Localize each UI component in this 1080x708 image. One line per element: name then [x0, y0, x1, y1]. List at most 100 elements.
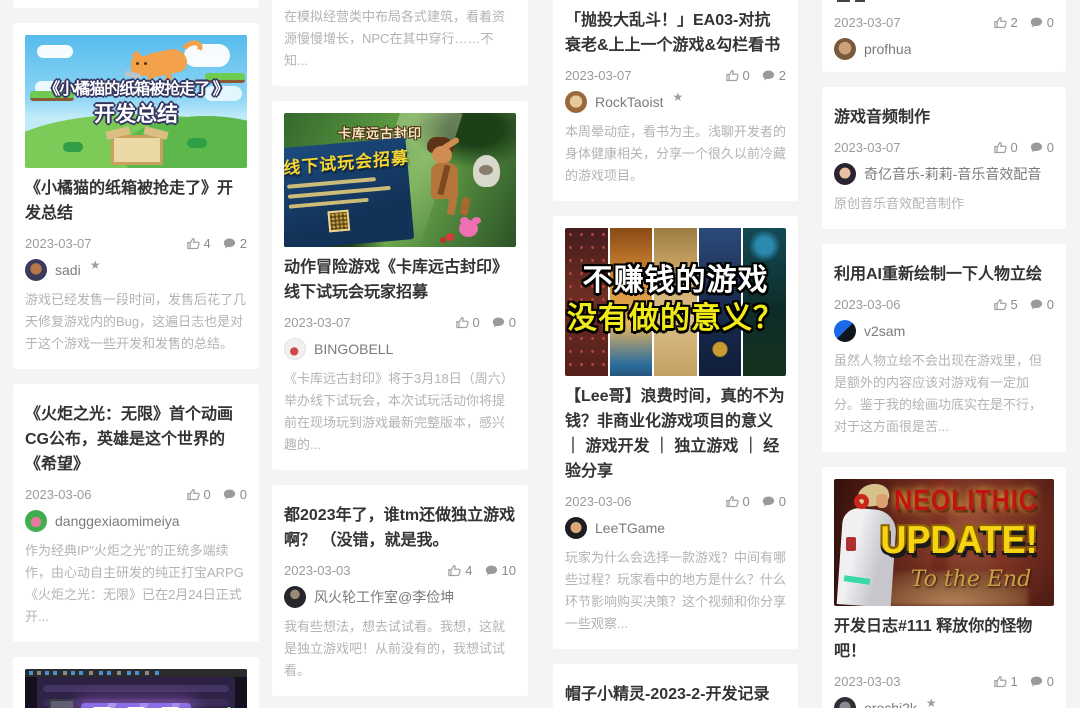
author-name[interactable]: LeeTGame [595, 520, 665, 536]
author-name[interactable]: 风火轮工作室@李俭坤 [314, 587, 454, 607]
comment-icon [1029, 297, 1044, 312]
post-title[interactable]: 利用AI重新绘制一下人物立绘 [834, 262, 1054, 287]
thumbnail-overlay-text: UPDATE! [880, 517, 1038, 562]
like-count: 0 [1010, 139, 1018, 155]
post-title[interactable]: 动作冒险游戏《卡库远古封印》线下试玩会玩家招募 [284, 255, 516, 305]
author-name[interactable]: RockTaoist [595, 94, 663, 110]
post-title[interactable]: 游戏音频制作 [834, 105, 1054, 130]
post-date: 2023-03-07 [834, 139, 901, 155]
post-card[interactable]: 「抛投大乱斗！」EA03-对抗衰老&上上一个游戏&勾栏看书 2023-03-07… [553, 0, 798, 201]
comment-icon [222, 487, 237, 502]
post-card[interactable]: NEOLITHIC UPDATE! To the End 开发日志#111 释放… [822, 467, 1066, 708]
post-meta: 2023-03-06 0 0 [25, 485, 247, 503]
post-author[interactable]: 风火轮工作室@李俭坤 [284, 586, 516, 608]
avatar [834, 38, 856, 60]
comment-icon [761, 494, 776, 509]
post-thumbnail[interactable]: NEOLITHIC UPDATE! To the End [834, 479, 1054, 606]
post-card[interactable]: 都2023年了，谁tm还做独立游戏啊？ （没错，就是我。 2023-03-03 … [272, 485, 528, 696]
post-card[interactable]: 游戏音频制作 2023-03-07 0 0 奇亿音乐-莉莉-音乐音效配音 原创音… [822, 87, 1066, 229]
feed-column-3: 「抛投大乱斗！」EA03-对抗衰老&上上一个游戏&勾栏看书 2023-03-07… [553, 0, 798, 708]
author-name[interactable]: orochi2k [864, 700, 917, 708]
post-title[interactable]: 帽子小精灵-2023-2-开发记录 [565, 682, 786, 707]
post-title[interactable]: 【Lee哥】浪费时间，真的不为钱？非商业化游戏项目的意义 ｜ 游戏开发 ｜ 独立… [565, 384, 786, 484]
author-name[interactable]: sadi [55, 262, 81, 278]
post-stats: 0 0 [455, 315, 516, 330]
post-card-clipped[interactable]: 在模拟经营类中布局各式建筑，看着资源慢慢增长，NPC在其中穿行……不知... [272, 0, 528, 86]
post-card-clipped[interactable]: 2023-03-07 2 0 profhua [822, 0, 1066, 72]
author-name[interactable]: profhua [864, 41, 911, 57]
post-date: 2023-03-07 [25, 235, 92, 251]
thumbs-up-icon [455, 315, 470, 330]
post-excerpt: 《卡库远古封印》将于3月18日（周六）举办线下试玩会，本次试玩活动你将提前在现场… [284, 371, 514, 452]
post-excerpt: 在模拟经营类中布局各式建筑，看着资源慢慢增长，NPC在其中穿行……不知... [284, 9, 506, 68]
post-stats: 0 0 [993, 140, 1054, 155]
post-card[interactable]: 帽子小精灵-2023-2-开发记录 2023-03-02 1 1 老大-JKLL… [553, 664, 798, 708]
post-date: 2023-03-03 [284, 562, 351, 578]
comment-icon [761, 68, 776, 83]
like-count: 2 [1010, 14, 1018, 30]
cloud-shape [37, 45, 73, 58]
post-meta: 2023-03-06 5 0 [834, 295, 1054, 313]
author-name[interactable]: danggexiaomimeiya [55, 513, 180, 529]
comment-count: 0 [1046, 14, 1054, 30]
author-name[interactable]: 奇亿音乐-莉莉-音乐音效配音 [864, 164, 1041, 184]
post-thumbnail[interactable]: 《小橘猫的纸箱被抢走了 》 开发总结 [25, 35, 247, 168]
post-thumbnail[interactable]: 卡库远古封印 线下试玩会招募 [284, 113, 516, 247]
post-author[interactable]: 奇亿音乐-莉莉-音乐音效配音 [834, 163, 1054, 185]
post-stats: 0 2 [725, 68, 786, 83]
avatar [565, 91, 587, 113]
post-excerpt: 原创音乐音效配音制作 [834, 196, 965, 211]
comment-icon [1029, 674, 1044, 689]
post-card[interactable]: 《火炬之光：无限》首个动画CG公布，英雄是这个世界的《希望》 2023-03-0… [13, 384, 259, 642]
comment-icon [484, 563, 499, 578]
thumbs-up-icon [993, 15, 1008, 30]
comment-count: 10 [501, 562, 516, 578]
author-name[interactable]: BINGOBELL [314, 341, 393, 357]
post-excerpt: 本周晕动症，看书为主。浅聊开发者的身体健康相关，分享一个很久以前冷藏的游戏项目。 [565, 124, 787, 183]
post-card[interactable] [13, 657, 259, 708]
card-bottom-sliver [13, 0, 259, 8]
avatar [25, 259, 47, 281]
post-author[interactable]: danggexiaomimeiya [25, 510, 247, 532]
post-title[interactable]: 都2023年了，谁tm还做独立游戏啊？ （没错，就是我。 [284, 503, 516, 553]
post-title[interactable]: 「抛投大乱斗！」EA03-对抗衰老&上上一个游戏&勾栏看书 [565, 8, 786, 58]
post-card[interactable]: 不赚钱的游戏 没有做的意义？ 【Lee哥】浪费时间，真的不为钱？非商业化游戏项目… [553, 216, 798, 649]
post-author[interactable]: sadi ★ [25, 258, 247, 281]
post-date: 2023-03-06 [565, 493, 632, 509]
post-meta: 2023-03-03 4 10 [284, 561, 516, 579]
feed-column-4: 2023-03-07 2 0 profhua 游戏音频制作 2023-03-07… [822, 0, 1066, 708]
post-stats: 4 2 [186, 236, 247, 251]
avatar [834, 163, 856, 185]
post-date: 2023-03-07 [565, 67, 632, 83]
post-card[interactable]: 卡库远古封印 线下试玩会招募 动作冒险游戏《卡库远古封印》线下试玩会玩家招募 2… [272, 101, 528, 470]
post-title[interactable]: 开发日志#111 释放你的怪物吧！ [834, 614, 1054, 664]
post-excerpt: 虽然人物立绘不会出现在游戏里，但是额外的内容应该对游戏有一定加分。鉴于我的绘画功… [834, 353, 1043, 434]
post-card[interactable]: 《小橘猫的纸箱被抢走了 》 开发总结 《小橘猫的纸箱被抢走了》开发总结 2023… [13, 23, 259, 369]
post-author[interactable]: BINGOBELL [284, 338, 516, 360]
post-stats: 2 0 [993, 15, 1054, 30]
post-author[interactable]: orochi2k ★ [834, 696, 1054, 708]
post-card[interactable]: 利用AI重新绘制一下人物立绘 2023-03-06 5 0 v2sam 虽然人物… [822, 244, 1066, 452]
post-title[interactable]: 《火炬之光：无限》首个动画CG公布，英雄是这个世界的《希望》 [25, 402, 247, 477]
post-thumbnail[interactable] [25, 669, 247, 708]
post-author[interactable]: RockTaoist ★ [565, 90, 786, 113]
star-icon: ★ [89, 258, 101, 272]
creature-illustration [473, 155, 500, 187]
post-author[interactable]: LeeTGame [565, 517, 786, 539]
post-stats: 4 10 [447, 563, 516, 578]
comment-icon [491, 315, 506, 330]
thumbs-up-icon [186, 487, 201, 502]
post-thumbnail[interactable]: 不赚钱的游戏 没有做的意义？ [565, 228, 786, 376]
author-name[interactable]: v2sam [864, 323, 905, 339]
feed-column-2: 在模拟经营类中布局各式建筑，看着资源慢慢增长，NPC在其中穿行……不知... 卡… [272, 0, 528, 708]
post-author[interactable]: v2sam [834, 320, 1054, 342]
post-title[interactable]: 《小橘猫的纸箱被抢走了》开发总结 [25, 176, 247, 226]
post-author[interactable]: profhua [834, 38, 1054, 60]
post-excerpt: 作为经典IP"火炬之光"的正统多端续作，由心动自主研发的纯正打宝ARPG《火炬之… [25, 543, 244, 624]
post-stats: 5 0 [993, 297, 1054, 312]
avatar [565, 517, 587, 539]
comment-count: 0 [508, 314, 516, 330]
banner-info-line [287, 185, 391, 199]
feed-column-1: 《小橘猫的纸箱被抢走了 》 开发总结 《小橘猫的纸箱被抢走了》开发总结 2023… [13, 0, 259, 708]
comment-count: 0 [1046, 296, 1054, 312]
